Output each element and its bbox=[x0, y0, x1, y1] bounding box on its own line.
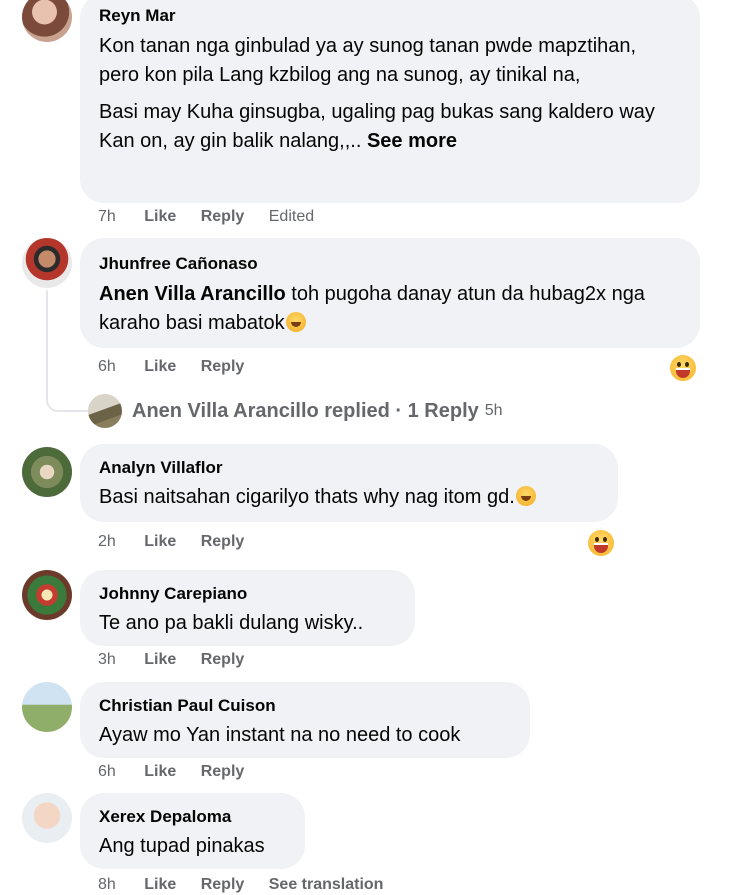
view-replies-link[interactable]: Anen Villa Arancillo replied · 1 Reply 5… bbox=[88, 394, 503, 428]
smiling-face-emoji-icon bbox=[515, 486, 536, 506]
avatar[interactable] bbox=[22, 0, 72, 42]
avatar[interactable] bbox=[22, 447, 72, 497]
avatar[interactable] bbox=[22, 793, 72, 843]
see-more-link[interactable]: See more bbox=[367, 130, 457, 152]
reply-button[interactable]: Reply bbox=[201, 208, 245, 225]
comment-text-2: Basi may Kuha ginsugba, ugaling pag buka… bbox=[99, 101, 655, 152]
comment-author[interactable]: Jhunfree Cañonaso bbox=[99, 254, 680, 274]
reply-button[interactable]: Reply bbox=[201, 533, 245, 550]
comment-text: Ayaw mo Yan instant na no need to cook bbox=[99, 724, 461, 746]
laughing-face-icon[interactable] bbox=[588, 530, 614, 556]
comment-text: Ang tupad pinakas bbox=[99, 835, 265, 857]
like-button[interactable]: Like bbox=[144, 208, 176, 225]
like-button[interactable]: Like bbox=[144, 533, 176, 550]
comment-author[interactable]: Christian Paul Cuison bbox=[99, 696, 510, 716]
comment-bubble: Johnny Carepiano Te ano pa bakli dulang … bbox=[80, 570, 415, 646]
reply-button[interactable]: Reply bbox=[201, 651, 245, 668]
comment-bubble: Christian Paul Cuison Ayaw mo Yan instan… bbox=[80, 682, 530, 758]
reply-button[interactable]: Reply bbox=[201, 876, 245, 893]
comment-actions: 6h Like Reply bbox=[98, 357, 264, 377]
comment-actions: 3h Like Reply bbox=[98, 650, 264, 670]
comment-time[interactable]: 2h bbox=[98, 533, 116, 550]
comment-bubble: Xerex Depaloma Ang tupad pinakas bbox=[80, 793, 305, 869]
comment-text: Basi naitsahan cigarilyo thats why nag i… bbox=[99, 486, 515, 508]
comment-time[interactable]: 6h bbox=[98, 763, 116, 780]
comment-author[interactable]: Reyn Mar bbox=[99, 6, 680, 26]
mention-link[interactable]: Anen Villa Arancillo bbox=[99, 283, 286, 305]
avatar[interactable] bbox=[22, 238, 72, 288]
comment-time[interactable]: 6h bbox=[98, 358, 116, 375]
avatar[interactable] bbox=[22, 570, 72, 620]
comment-bubble: Reyn Mar Kon tanan nga ginbulad ya ay su… bbox=[80, 0, 700, 203]
tongue-face-emoji-icon bbox=[285, 312, 306, 332]
comment-author[interactable]: Analyn Villaflor bbox=[99, 458, 598, 478]
comment-time[interactable]: 3h bbox=[98, 651, 116, 668]
avatar[interactable] bbox=[22, 682, 72, 732]
edited-label: Edited bbox=[268, 208, 315, 225]
reply-button[interactable]: Reply bbox=[201, 763, 245, 780]
comment-time[interactable]: 7h bbox=[98, 208, 116, 225]
comment-bubble: Analyn Villaflor Basi naitsahan cigarily… bbox=[80, 444, 618, 522]
avatar bbox=[88, 394, 122, 428]
comment-actions: 2h Like Reply bbox=[98, 532, 264, 552]
comment-actions: 6h Like Reply bbox=[98, 762, 264, 782]
comment-text: Te ano pa bakli dulang wisky.. bbox=[99, 612, 364, 634]
see-translation-link[interactable]: See translation bbox=[269, 876, 384, 893]
comment-actions: 8h Like Reply See translation bbox=[98, 875, 403, 895]
comment-time[interactable]: 8h bbox=[98, 876, 116, 893]
comment-actions: 7h Like Reply Edited bbox=[98, 207, 334, 227]
like-button[interactable]: Like bbox=[144, 651, 176, 668]
comment-author[interactable]: Xerex Depaloma bbox=[99, 807, 285, 827]
laughing-face-icon[interactable] bbox=[670, 355, 696, 381]
like-button[interactable]: Like bbox=[144, 763, 176, 780]
replied-time: 5h bbox=[484, 402, 503, 419]
like-button[interactable]: Like bbox=[144, 358, 176, 375]
reply-button[interactable]: Reply bbox=[201, 358, 245, 375]
comment-bubble: Jhunfree Cañonaso Anen Villa Arancillo t… bbox=[80, 238, 700, 348]
comment-author[interactable]: Johnny Carepiano bbox=[99, 584, 395, 604]
replied-text[interactable]: Anen Villa Arancillo replied · 1 Reply bbox=[132, 400, 479, 423]
comment-text: Kon tanan nga ginbulad ya ay sunog tanan… bbox=[99, 35, 637, 86]
like-button[interactable]: Like bbox=[144, 876, 176, 893]
